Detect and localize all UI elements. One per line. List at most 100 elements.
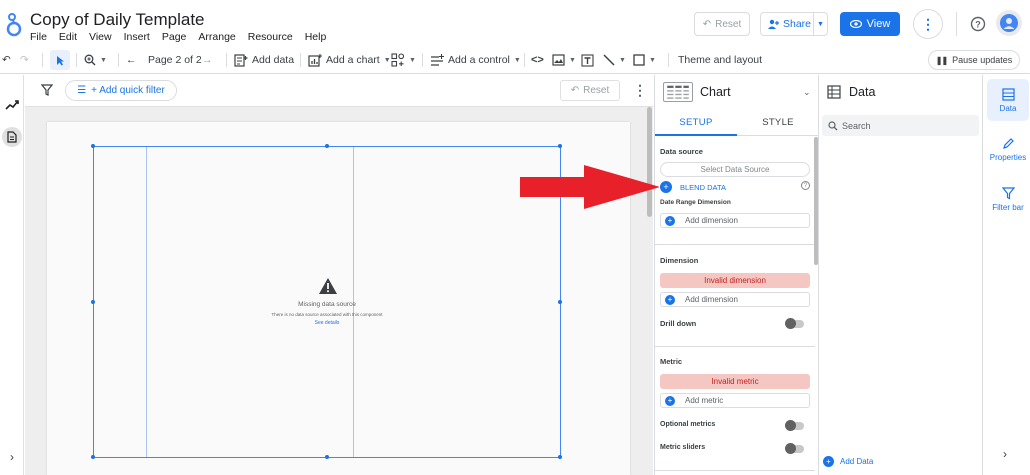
help-icon[interactable]: ? [966,12,990,36]
chevron-down-icon: ▼ [383,56,391,64]
blend-data-button[interactable]: + BLEND DATA ? [660,180,810,194]
view-button[interactable]: View [840,12,900,36]
data-table-icon [1001,87,1015,101]
line-button[interactable]: ▼ [603,50,626,70]
canvas-reset-button[interactable]: ↶ Reset [560,80,620,101]
menu-page[interactable]: Page [162,31,187,45]
resize-handle[interactable] [325,144,329,148]
next-page-icon[interactable]: → [202,50,213,70]
page-icon[interactable] [2,127,22,147]
see-details-link[interactable]: See details [94,320,560,326]
rail-data-label: Data [999,103,1017,113]
trending-up-icon[interactable] [2,95,22,115]
tab-setup[interactable]: SETUP [655,117,737,128]
menu-arrange[interactable]: Arrange [198,31,235,45]
rail-filter-bar-button[interactable]: Filter bar [987,178,1029,220]
divider [956,12,957,36]
add-data-button[interactable]: Add data [234,50,294,70]
eye-icon [849,20,862,28]
more-options-icon[interactable]: ⋮ [913,9,943,39]
menu-help[interactable]: Help [305,31,327,45]
rail-properties-button[interactable]: Properties [987,128,1029,170]
resize-handle[interactable] [91,455,95,459]
filter-list-icon: ☰ [77,85,87,96]
invalid-dimension-chip[interactable]: Invalid dimension [660,273,810,288]
canvas-scrollbar[interactable] [647,107,652,475]
previous-page-icon[interactable]: ← [126,50,137,70]
menu-insert[interactable]: Insert [124,31,150,45]
section-divider [655,244,815,245]
menu-edit[interactable]: Edit [59,31,77,45]
text-box-icon[interactable] [581,50,594,70]
redo-icon[interactable]: ↷ [20,50,29,70]
add-data-link[interactable]: + Add Data [823,456,873,467]
add-chart-icon [308,53,322,67]
resize-handle[interactable] [325,455,329,459]
dimension-section-label: Dimension [660,256,699,265]
search-placeholder: Search [842,120,871,131]
data-source-label: Data source [660,147,703,156]
optional-metrics-toggle[interactable] [785,420,804,431]
more-options-icon[interactable]: ⋮ [633,82,647,99]
menu-view[interactable]: View [89,31,112,45]
help-icon[interactable]: ? [801,181,810,190]
share-button[interactable]: Share ▼ [760,12,828,36]
community-visualizations-button[interactable]: ▼ [391,50,416,70]
add-dimension-field[interactable]: + Add dimension [660,292,810,307]
chart-type-selector[interactable]: Chart ⌄ [655,75,819,109]
chevron-down-icon: ▼ [513,56,521,64]
menu-resource[interactable]: Resource [248,31,293,45]
menu-file[interactable]: File [30,31,47,45]
page-indicator[interactable]: Page 2 of 2 [148,50,202,70]
missing-data-source-description: There is no data source associated with … [271,312,383,317]
theme-and-layout-button[interactable]: Theme and layout [678,50,762,70]
add-date-range-dimension-field[interactable]: + Add dimension [660,213,810,228]
add-data-label: Add data [252,54,295,66]
undo-icon[interactable]: ↶ [2,50,11,70]
reset-button[interactable]: ↶ Reset [694,12,750,36]
shape-button[interactable]: ▼ [633,50,656,70]
add-control-label: Add a control [448,54,510,66]
add-metric-field[interactable]: + Add metric [660,393,810,408]
resize-handle[interactable] [558,144,562,148]
add-data-link-label: Add Data [840,457,874,466]
left-rail: › [0,75,24,475]
community-viz-icon [391,53,405,67]
undo-arrow-icon: ↶ [570,85,580,96]
expand-chevron-icon[interactable]: › [1003,447,1007,461]
search-input[interactable]: Search [822,115,979,136]
chart-component[interactable]: Missing data source There is no data sou… [91,144,562,459]
filter-icon[interactable] [41,84,53,96]
metric-sliders-toggle[interactable] [785,443,804,454]
expand-chevron-icon[interactable]: › [2,447,22,467]
add-chart-button[interactable]: Add a chart ▼ [308,50,391,70]
image-button[interactable]: ▼ [552,50,576,70]
section-divider [655,470,815,471]
rectangle-shape-icon [633,54,645,66]
drill-down-label: Drill down [660,319,697,328]
avatar[interactable] [996,10,1022,36]
looker-studio-logo-icon[interactable] [3,12,25,38]
resize-handle[interactable] [558,455,562,459]
select-data-source-field[interactable]: Select Data Source [660,162,810,177]
add-quick-filter-button[interactable]: ☰ + Add quick filter [65,80,177,101]
rail-properties-label: Properties [989,152,1027,162]
looker-studio-editor: Copy of Daily Template File Edit View In… [0,0,1030,475]
rail-data-button[interactable]: Data [987,79,1029,121]
select-cursor-icon[interactable] [50,50,70,70]
zoom-button[interactable]: ▼ [84,50,107,70]
share-dropdown-chevron-icon[interactable]: ▼ [813,13,827,35]
properties-tabs: SETUP STYLE [655,110,819,136]
tab-style[interactable]: STYLE [737,117,819,128]
drill-down-toggle[interactable] [785,318,804,329]
add-icon: + [665,294,675,305]
resize-handle[interactable] [91,144,95,148]
embed-code-icon[interactable]: <> [531,50,544,70]
report-title[interactable]: Copy of Daily Template [30,10,205,30]
data-panel: Data Search + Add Data [818,75,982,475]
account-icon [1000,14,1018,32]
pause-updates-button[interactable]: ❚❚ Pause updates [928,50,1020,70]
toolbar: ↶ ↷ ▼ ← Page 2 of 2 → Add data Add a cha… [0,46,1030,74]
invalid-metric-chip[interactable]: Invalid metric [660,374,810,389]
add-control-button[interactable]: Add a control ▼ [430,50,521,70]
